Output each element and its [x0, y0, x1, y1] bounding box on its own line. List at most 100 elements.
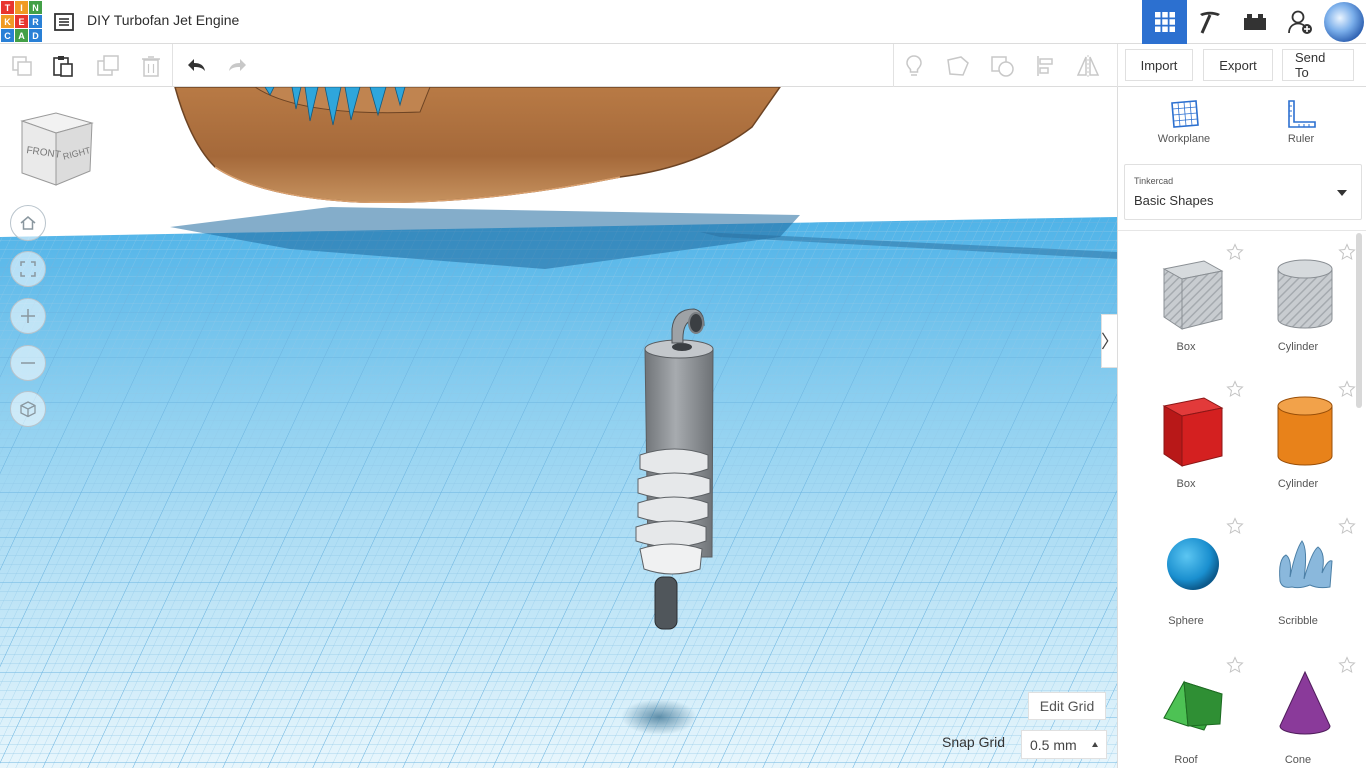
shape-label: Cone: [1284, 754, 1312, 766]
logo-letter: R: [29, 15, 42, 28]
workplane-button[interactable]: Workplane: [1144, 99, 1224, 145]
favorite-star-icon[interactable]: [1338, 656, 1356, 679]
orthographic-view-button[interactable]: [10, 391, 46, 427]
shape-group-icon: [991, 56, 1014, 77]
group-button[interactable]: [988, 52, 1016, 80]
document-title[interactable]: DIY Turbofan Jet Engine: [87, 12, 239, 28]
logo-letter: K: [1, 15, 14, 28]
caret-down-icon: [1337, 190, 1347, 196]
logo-letter: E: [15, 15, 28, 28]
edit-grid-button[interactable]: Edit Grid: [1028, 692, 1106, 720]
ruler-label: Ruler: [1287, 133, 1315, 145]
copy-icon: [12, 56, 32, 76]
ruler-button[interactable]: Ruler: [1261, 99, 1341, 145]
delete-button[interactable]: [137, 52, 165, 80]
minus-icon: [21, 362, 35, 364]
workplane-scene[interactable]: [0, 87, 1117, 768]
view-cube[interactable]: FRONT RIGHT: [16, 111, 96, 191]
ruler-icon: [1288, 100, 1316, 128]
logo-letter: A: [15, 29, 28, 42]
paste-icon: [53, 56, 73, 77]
3d-viewport[interactable]: FRONT RIGHT Edit Grid Snap Grid 0.5 mm: [0, 87, 1117, 768]
shape-sphere[interactable]: Sphere: [1130, 509, 1244, 639]
tinkercad-logo[interactable]: TIN KER CAD: [0, 0, 42, 42]
home-view-button[interactable]: [10, 205, 46, 241]
mirror-button[interactable]: [1074, 52, 1102, 80]
shape-label: Roof: [1174, 754, 1198, 766]
toolbar-divider: [172, 44, 173, 87]
shapes-panel: Workplane Ruler Tinkercad Basic Shapes B…: [1117, 87, 1366, 768]
snap-grid-label: Snap Grid: [942, 734, 1006, 750]
favorite-star-icon[interactable]: [1338, 243, 1356, 266]
shape-scribble[interactable]: Scribble: [1242, 509, 1356, 639]
add-user-button[interactable]: [1277, 0, 1322, 44]
library-owner: Tinkercad: [1134, 176, 1174, 186]
logo-letter: T: [1, 1, 14, 14]
lightbulb-button[interactable]: [900, 52, 928, 80]
shape-cylinder-gray[interactable]: Cylinder: [1242, 235, 1356, 365]
shape-cylinder-orange[interactable]: Cylinder: [1242, 372, 1356, 502]
undo-icon: [188, 59, 205, 71]
roof-icon: [1163, 680, 1223, 731]
duplicate-icon: [97, 55, 119, 76]
cube-icon: [20, 401, 36, 418]
shape-box-red[interactable]: Box: [1130, 372, 1244, 502]
redo-button[interactable]: [224, 52, 252, 80]
topbar-actions: [1142, 0, 1366, 44]
duplicate-button[interactable]: [94, 52, 122, 80]
shape-label: Cylinder: [1277, 341, 1319, 353]
workplane-label: Workplane: [1157, 133, 1211, 145]
delete-icon: [142, 56, 160, 77]
cylinder-hole-icon: [1277, 259, 1333, 329]
snap-grid-select[interactable]: 0.5 mm: [1021, 730, 1107, 759]
align-icon: [1037, 56, 1053, 76]
shape-roof[interactable]: Roof: [1130, 648, 1244, 768]
add-user-icon: [1287, 10, 1312, 34]
scribble-icon: [1279, 540, 1333, 589]
grid-view-button[interactable]: [1142, 0, 1187, 44]
shape-cone[interactable]: Cone: [1242, 648, 1356, 768]
box-hole-icon: [1162, 260, 1224, 330]
shape-label: Box: [1176, 341, 1196, 353]
avatar: [1324, 2, 1364, 42]
shape-label: Sphere: [1168, 615, 1204, 627]
logo-letter: N: [29, 1, 42, 14]
edit-toolbar: Import Export Send To: [0, 44, 1366, 87]
lego-view-button[interactable]: [1232, 0, 1277, 44]
panel-scrollbar[interactable]: [1356, 233, 1362, 408]
note-button[interactable]: [944, 52, 972, 80]
design-list-icon[interactable]: [52, 10, 76, 34]
logo-letter: I: [15, 1, 28, 14]
undo-button[interactable]: [182, 52, 210, 80]
favorite-star-icon[interactable]: [1338, 380, 1356, 403]
shape-box-gray[interactable]: Box: [1130, 235, 1244, 365]
shape-label: Box: [1176, 478, 1196, 490]
zoom-in-button[interactable]: [10, 298, 46, 334]
export-button[interactable]: Export: [1203, 49, 1273, 81]
copy-button[interactable]: [8, 52, 36, 80]
cylinder-icon: [1277, 396, 1333, 466]
minecraft-view-button[interactable]: [1187, 0, 1232, 44]
redo-icon: [229, 59, 246, 71]
panel-tools: Workplane Ruler: [1118, 87, 1366, 157]
note-icon: [947, 56, 969, 76]
fit-view-button[interactable]: [10, 251, 46, 287]
paste-button[interactable]: [49, 52, 77, 80]
import-button[interactable]: Import: [1125, 49, 1193, 81]
bricks-icon: [1243, 14, 1266, 30]
fit-view-icon: [20, 261, 36, 277]
zoom-out-button[interactable]: [10, 345, 46, 381]
workplane-icon: [1171, 100, 1199, 128]
favorite-star-icon[interactable]: [1338, 517, 1356, 540]
align-button[interactable]: [1032, 52, 1060, 80]
user-avatar[interactable]: [1322, 0, 1366, 44]
send-to-button[interactable]: Send To: [1282, 49, 1354, 81]
shape-library-select[interactable]: Tinkercad Basic Shapes: [1124, 164, 1362, 220]
home-icon: [20, 216, 36, 230]
mirror-icon: [1076, 55, 1100, 77]
shape-label: Scribble: [1278, 615, 1318, 627]
sphere-icon: [1167, 538, 1219, 590]
cone-icon: [1279, 670, 1331, 735]
logo-letter: C: [1, 29, 14, 42]
plus-icon: [21, 309, 35, 323]
